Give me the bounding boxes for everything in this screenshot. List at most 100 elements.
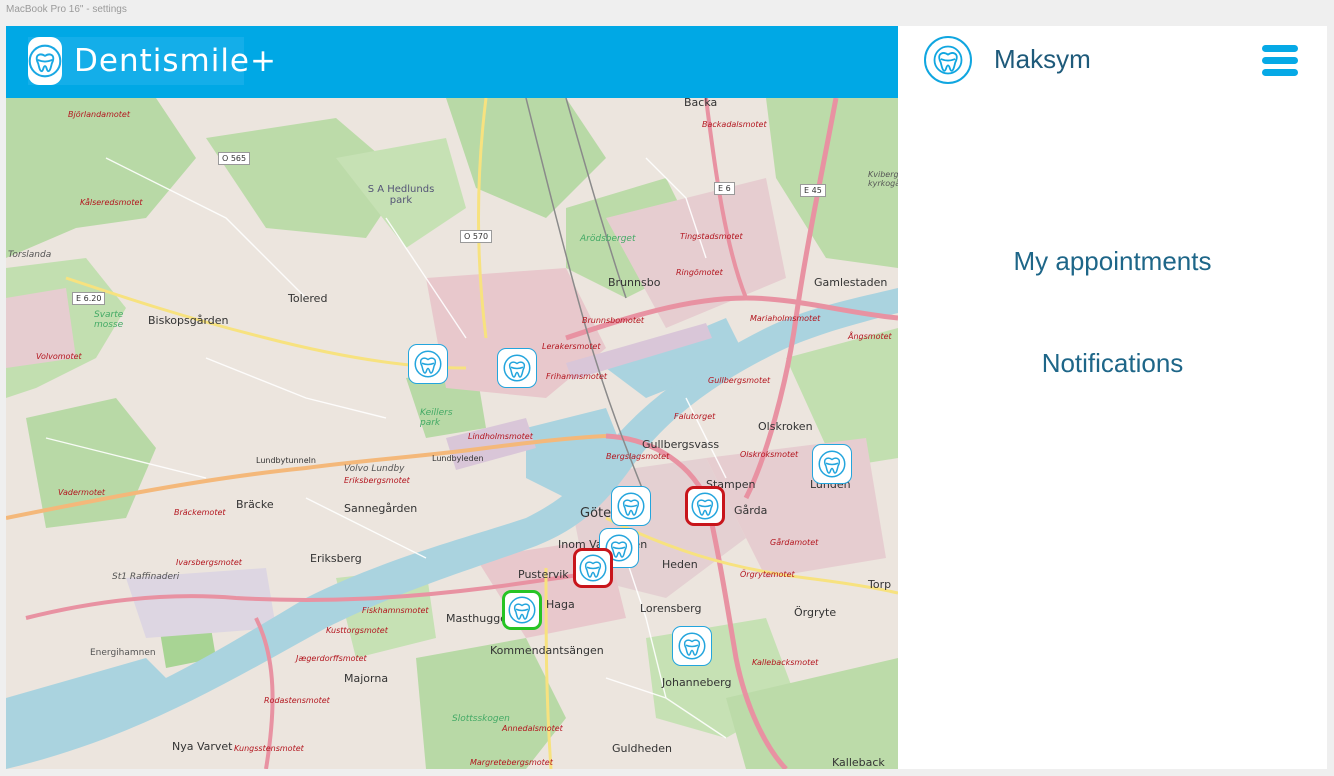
map-place-label: Olskroken [758,420,813,433]
map-place-label: Majorna [344,672,389,685]
map-road-label: Falutorget [674,412,716,421]
map-place-label: S A Hedlunds park [367,184,435,206]
map-road-label: Gårdamotet [770,538,819,547]
map-road-label: Lindholmsmotet [468,432,533,441]
map-place-label: Bräcke [236,498,274,511]
route-shield: O 570 [460,230,493,243]
app-logo[interactable]: Dentismile+ [28,37,276,85]
map-place-label: Tolered [288,292,328,305]
map-place-label: Kalleback [832,756,885,769]
map-road-label: Gullbergsmotet [708,376,771,385]
map-place-label: Johanneberg [662,676,732,689]
map-road-label: Volvomotet [36,352,82,361]
map-road-label: Olskroksmotet [740,450,799,459]
tooth-icon [28,37,62,85]
app-screen: Dentismile+ Backa S A Hedlunds park Brun… [6,26,1327,769]
map-road-label: Ivarsbergsmotet [176,558,242,567]
clinic-pin[interactable] [497,348,537,388]
tooth-icon [579,554,607,582]
clinic-map[interactable]: Backa S A Hedlunds park Brunnsbo Gamlest… [6,98,898,769]
map-road-label: Annedalsmotet [502,724,563,733]
tooth-icon [691,492,719,520]
map-place-label: Heden [662,558,698,571]
clinic-pin-booked[interactable] [685,486,725,526]
map-place-label: Volvo Lundby [344,464,405,474]
map-place-label: St1 Raffinaderi [112,572,180,582]
map-place-label: Lorensberg [640,602,702,615]
top-bar: Dentismile+ [6,26,898,98]
tooth-icon [414,350,442,378]
map-place-label: Brunnsbo [608,276,661,289]
menu-my-appointments[interactable]: My appointments [898,246,1327,277]
clinic-pin[interactable] [408,344,448,384]
map-road-label: Björlandamotet [68,110,130,119]
map-road-label: Ångsmotet [848,332,892,341]
map-road-label: Fiskhamnsmotet [362,606,429,615]
map-place-label: Kviberg kyrkogård [868,170,898,188]
map-road-label: Kusttorgsmotet [326,626,388,635]
map-road-label: Vadermotet [58,488,106,497]
map-place-label: Biskopsgården [148,314,229,327]
map-road-label: Lerakersmotet [542,342,601,351]
map-place-label: Gamlestaden [814,276,888,289]
map-place-label: Örgryte [794,606,837,619]
map-road-label: Lundbytunneln [256,456,316,465]
map-place-label: Backa [684,98,718,109]
map-road-label: Jægerdorffsmotet [296,654,367,663]
map-place-label: Kommendantsängen [490,644,604,657]
map-road-label: Eriksbergsmotet [344,476,410,485]
map-road-label: Margretebergsmotet [470,758,553,767]
route-shield: E 45 [800,184,826,197]
map-road-label: Kallebacksmotet [752,658,819,667]
map-road-label: Backadalsmotet [702,120,767,129]
map-road-label: Ringömotet [676,268,723,277]
route-shield: O 565 [218,152,251,165]
map-place-label: Nya Varvet [172,740,233,753]
map-place-label: Kålseredsmotet [80,198,143,207]
map-place-label: Torp [868,578,892,591]
map-place-label: Energihamnen [90,648,156,658]
tooth-icon [818,450,846,478]
clinic-pin[interactable] [672,626,712,666]
map-place-label: Arödsberget [580,234,636,244]
tooth-icon [933,45,963,75]
user-name: Maksym [994,44,1091,74]
map-place-label: Sannegården [344,502,418,515]
map-road-label: Bergslagsmotet [606,452,670,461]
map-road-label: Mariaholmsmotet [750,314,821,323]
hamburger-icon[interactable] [1262,45,1298,77]
map-road-label: Lundbyleden [432,454,484,463]
map-place-label: Gårda [734,504,768,517]
clinic-pin-selected[interactable] [502,590,542,630]
tooth-icon [617,492,645,520]
map-road-label: Örgrytemotet [740,570,795,579]
route-shield: E 6.20 [72,292,106,305]
route-shield: E 6 [714,182,735,195]
side-panel: Maksym My appointments Notifications [898,26,1327,769]
user-avatar[interactable] [924,36,972,84]
map-place-label: Slottsskogen [452,714,510,724]
map-road-label: Kungsstensmotet [234,744,304,753]
map-road-label: Rodastensmotet [264,696,330,705]
map-road-label: Tingstadsmotet [680,232,743,241]
map-place-label: Guldheden [612,742,672,755]
map-place-label: Eriksberg [310,552,362,565]
app-name: Dentismile+ [74,43,277,79]
map-road-label: Brunnsbomotet [582,316,645,325]
map-place-label: Haga [546,598,575,611]
frame-label: MacBook Pro 16" - settings [6,4,127,15]
tooth-icon [508,596,536,624]
clinic-pin-booked[interactable] [573,548,613,588]
map-place-label: Pustervik [518,568,569,581]
tooth-icon [503,354,531,382]
map-road-label: Frihamnsmotet [546,372,607,381]
clinic-pin[interactable] [611,486,651,526]
tooth-icon [678,632,706,660]
map-road-label: Bräckemotet [174,508,226,517]
menu-notifications[interactable]: Notifications [898,348,1327,379]
map-place-label: Torslanda [8,250,52,260]
map-place-label: Svarte mosse [94,310,124,330]
map-place-label: Keillers park [420,408,453,428]
clinic-pin[interactable] [812,444,852,484]
map-place-label: Gullbergsvass [642,438,720,451]
